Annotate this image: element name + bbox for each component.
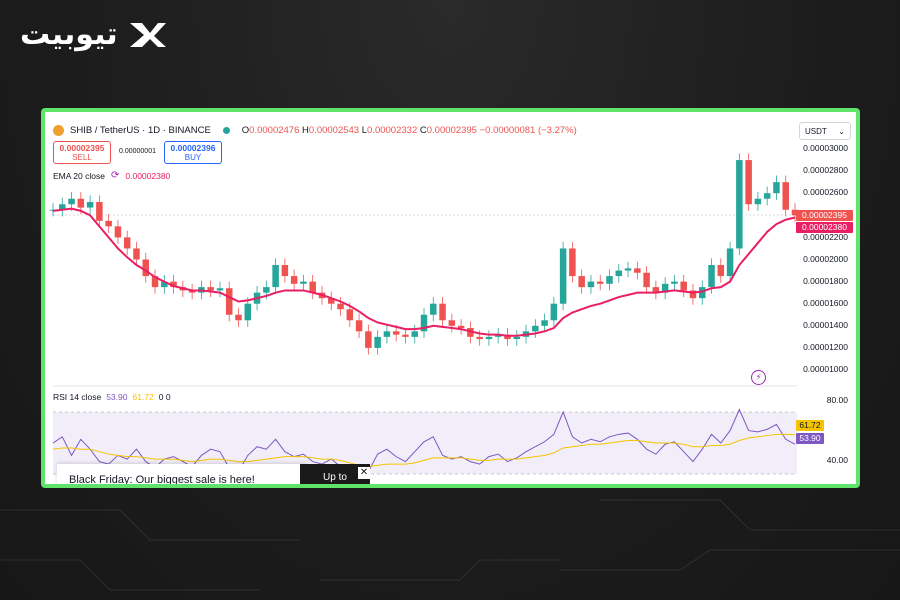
candle-body xyxy=(383,331,391,337)
candle-body xyxy=(105,220,112,227)
price-axis[interactable]: 0.00003000 0.00002800 0.00002600 0.00002… xyxy=(796,112,856,484)
candle-body xyxy=(448,320,456,326)
candle-body xyxy=(411,331,418,337)
candle-body xyxy=(587,281,595,288)
brand-logo-text: تیوبیت xyxy=(20,16,118,52)
lightning-icon[interactable]: ⚡ xyxy=(751,370,766,385)
candle-body xyxy=(541,320,548,326)
candle-body xyxy=(244,303,252,321)
candle-body xyxy=(374,336,381,348)
price-chart[interactable] xyxy=(45,112,856,484)
close-icon[interactable]: ✕ xyxy=(358,467,370,479)
candle-body xyxy=(68,198,75,205)
candle-body xyxy=(643,272,650,288)
candle-body xyxy=(309,281,316,293)
brand-mark-icon xyxy=(129,23,166,47)
candle-body xyxy=(216,288,224,291)
candle-body xyxy=(559,248,567,304)
candle-body xyxy=(281,265,289,277)
candle-body xyxy=(671,281,678,284)
chart-screenshot-frame: SHIB / TetherUS · 1D · BINANCE O0.000024… xyxy=(41,108,860,488)
candle-body xyxy=(532,325,539,332)
ema-price-tag: 0.00002380 xyxy=(796,222,853,233)
candle-body xyxy=(680,281,687,291)
candle-body xyxy=(717,265,725,277)
candle-body xyxy=(263,287,270,293)
candle-body xyxy=(133,248,140,260)
candle-body xyxy=(430,303,437,315)
candle-body xyxy=(763,193,771,199)
candle-body xyxy=(365,331,372,348)
candle-body xyxy=(300,281,307,284)
candle-body xyxy=(736,160,743,249)
candle-body xyxy=(606,276,613,284)
candle-body xyxy=(207,287,214,291)
candle-body xyxy=(513,336,520,340)
tradingview-panel: SHIB / TetherUS · 1D · BINANCE O0.000024… xyxy=(45,112,856,484)
candle-body xyxy=(457,325,465,329)
circuit-pattern xyxy=(0,499,900,591)
candle-body xyxy=(615,270,623,277)
candle-body xyxy=(708,265,715,288)
brand-logo: تیوبیت xyxy=(20,14,220,54)
candle-body xyxy=(745,160,752,205)
candle-body xyxy=(550,303,558,321)
candle-body xyxy=(596,281,604,284)
candle-body xyxy=(123,237,131,249)
rsi-tag: 53.90 xyxy=(796,433,824,444)
candle-body xyxy=(86,202,94,208)
candle-body xyxy=(290,276,298,284)
candle-body xyxy=(272,265,279,288)
candle-body xyxy=(754,198,762,205)
candle-body xyxy=(96,202,103,221)
candle-body xyxy=(634,268,641,273)
promo-banner[interactable]: Black Friday: Our biggest sale is here! xyxy=(57,464,307,484)
candle-body xyxy=(578,276,585,288)
candle-body xyxy=(726,248,734,277)
candle-body xyxy=(402,334,409,337)
candle-body xyxy=(114,226,122,238)
candle-body xyxy=(773,182,780,194)
candle-body xyxy=(142,259,149,277)
candle-body xyxy=(439,303,446,321)
candle-body xyxy=(355,320,363,332)
candle-body xyxy=(346,309,354,321)
candle-body xyxy=(77,198,85,208)
candle-body xyxy=(337,303,344,310)
candle-body xyxy=(485,336,493,340)
rsi-legend: RSI 14 close 53.90 61.72 0 0 xyxy=(53,392,171,402)
candle-body xyxy=(782,182,789,210)
candle-body xyxy=(392,331,400,335)
candle-body xyxy=(476,336,483,340)
candle-body xyxy=(225,288,233,315)
candle-body xyxy=(235,314,242,321)
last-price-tag: 0.00002395 xyxy=(796,210,853,221)
candle-body xyxy=(569,248,576,277)
rsi-ma-tag: 61.72 xyxy=(796,420,824,431)
candle-body xyxy=(624,268,632,271)
